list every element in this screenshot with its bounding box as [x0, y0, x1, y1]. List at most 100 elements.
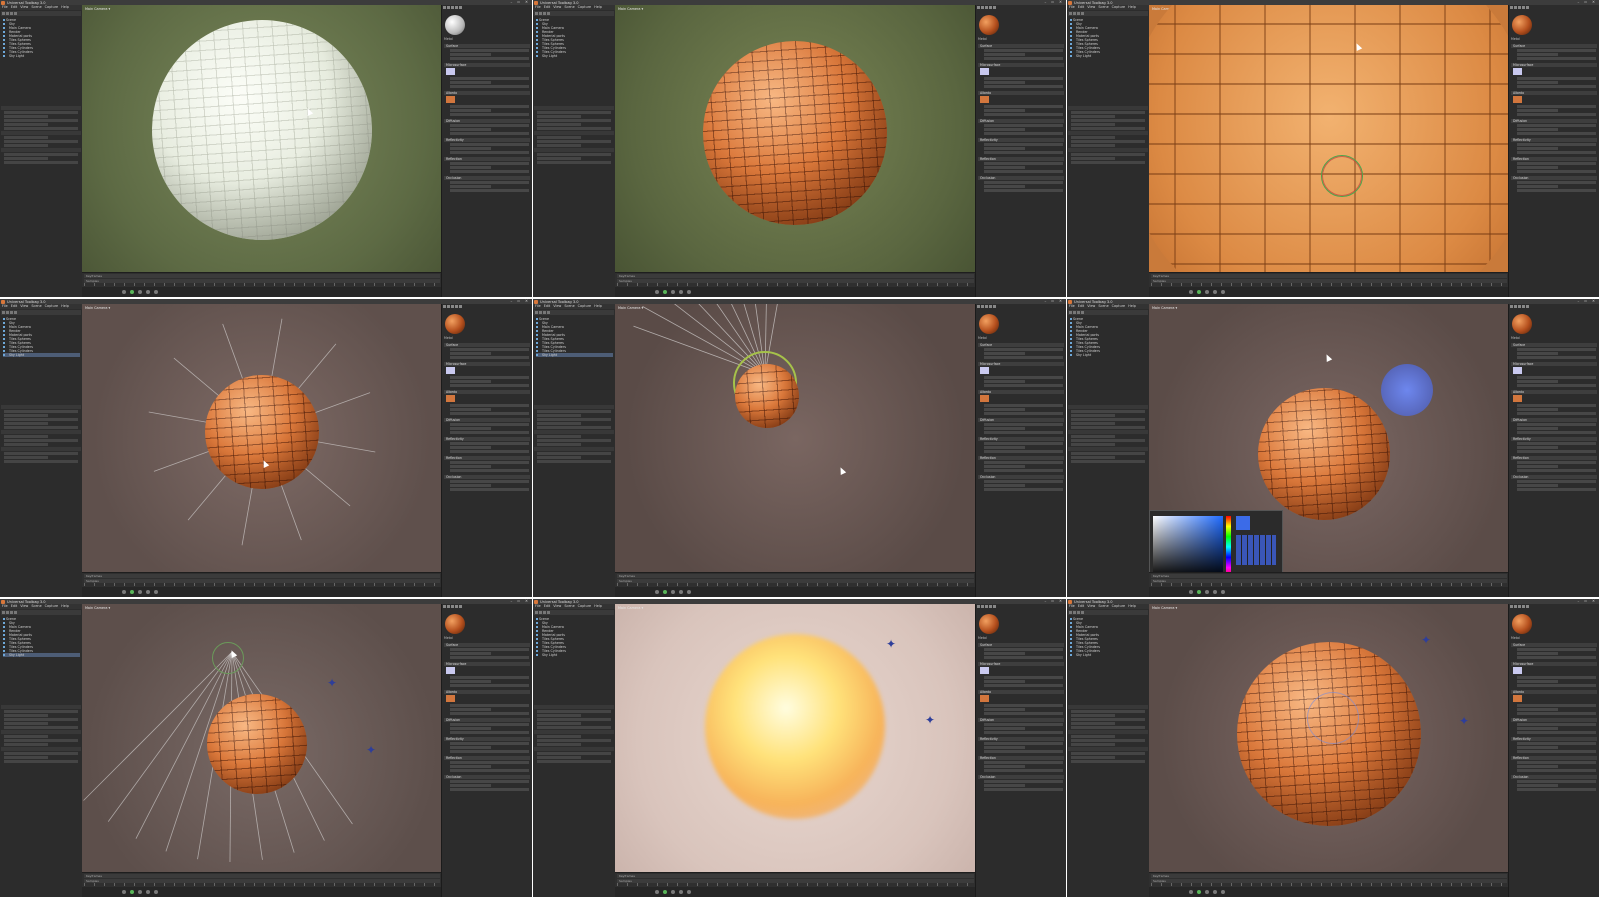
material-property-field[interactable] [1517, 77, 1596, 80]
delete-icon[interactable] [1077, 611, 1080, 614]
albedo-map-swatch[interactable] [446, 395, 455, 402]
material-sphere[interactable] [205, 375, 319, 489]
property-field[interactable] [537, 127, 611, 130]
property-field[interactable] [4, 760, 78, 763]
material-property-field[interactable] [450, 423, 529, 426]
material-property-field[interactable] [984, 128, 1026, 131]
hue-slider[interactable] [1226, 516, 1231, 573]
property-field[interactable] [537, 426, 611, 429]
material-preview-sphere[interactable] [1512, 15, 1532, 35]
property-field[interactable] [537, 443, 581, 446]
settings-icon[interactable] [687, 890, 691, 894]
albedo-map-swatch[interactable] [1513, 395, 1522, 402]
delete-material-icon[interactable] [989, 605, 992, 608]
copy-material-icon[interactable] [981, 6, 984, 9]
new-material-icon[interactable] [977, 305, 980, 308]
property-field[interactable] [537, 115, 581, 118]
material-property-field[interactable] [450, 128, 492, 131]
material-property-field[interactable] [1517, 788, 1596, 791]
material-property-field[interactable] [1517, 170, 1596, 173]
material-section-header[interactable]: Albedo [444, 390, 530, 394]
material-property-field[interactable] [984, 676, 1063, 679]
duplicate-icon[interactable] [539, 311, 542, 314]
material-property-field[interactable] [1517, 166, 1559, 169]
material-property-field[interactable] [450, 656, 529, 659]
window-controls-icon[interactable]: – ▫ ✕ [1044, 299, 1064, 303]
property-field[interactable] [4, 460, 78, 463]
copy-material-icon[interactable] [981, 605, 984, 608]
material-property-field[interactable] [984, 442, 1063, 445]
property-field[interactable] [1071, 157, 1115, 160]
material-property-field[interactable] [450, 727, 492, 730]
material-property-field[interactable] [450, 761, 529, 764]
albedo-map-swatch[interactable] [446, 695, 455, 702]
material-property-field[interactable] [1517, 380, 1559, 383]
material-property-field[interactable] [450, 652, 492, 655]
add-object-icon[interactable] [535, 311, 538, 314]
property-field[interactable] [537, 157, 581, 160]
timeline-ruler[interactable] [1151, 283, 1507, 286]
material-section-header[interactable]: Surface [1511, 44, 1597, 48]
filter-icon[interactable] [547, 611, 550, 614]
material-property-field[interactable] [450, 648, 529, 651]
material-property-field[interactable] [450, 450, 529, 453]
material-property-field[interactable] [450, 352, 492, 355]
material-property-field[interactable] [984, 727, 1026, 730]
material-preview-sphere[interactable] [979, 614, 999, 634]
property-field[interactable] [4, 752, 78, 755]
property-field[interactable] [4, 426, 78, 429]
property-field[interactable] [1071, 153, 1145, 156]
material-property-field[interactable] [450, 704, 529, 707]
material-property-field[interactable] [984, 412, 1063, 415]
record-icon[interactable] [122, 290, 126, 294]
property-field[interactable] [4, 414, 48, 417]
material-property-field[interactable] [984, 780, 1063, 783]
material-section-header[interactable]: Diffusion [1511, 418, 1597, 422]
material-section-header[interactable]: Albedo [1511, 690, 1597, 694]
paste-material-icon[interactable] [1518, 605, 1521, 608]
delete-material-icon[interactable] [989, 305, 992, 308]
material-section-header[interactable]: Microsurface [444, 362, 530, 366]
property-field[interactable] [1071, 743, 1115, 746]
loop-icon[interactable] [679, 890, 683, 894]
material-property-field[interactable] [984, 484, 1026, 487]
property-field[interactable] [4, 119, 78, 122]
material-property-field[interactable] [450, 189, 529, 192]
play-icon[interactable] [1197, 890, 1201, 894]
material-property-field[interactable] [1517, 85, 1596, 88]
material-section-header[interactable]: Occlusion [444, 475, 530, 479]
material-property-field[interactable] [450, 85, 529, 88]
property-field[interactable] [4, 743, 48, 746]
material-property-field[interactable] [450, 788, 529, 791]
material-section-header[interactable]: Albedo [444, 91, 530, 95]
material-property-field[interactable] [450, 143, 529, 146]
duplicate-icon[interactable] [6, 611, 9, 614]
timeline[interactable]: Keyframes Samples [82, 272, 442, 287]
property-field[interactable] [537, 119, 611, 122]
property-field[interactable] [1071, 726, 1145, 729]
property-field[interactable] [1071, 418, 1145, 421]
add-object-icon[interactable] [2, 12, 5, 15]
picker-icon[interactable] [993, 6, 996, 9]
material-property-field[interactable] [984, 769, 1063, 772]
material-property-field[interactable] [450, 750, 529, 753]
scene-tree-item[interactable]: Sky Light [536, 54, 613, 58]
material-property-field[interactable] [450, 712, 529, 715]
viewport-camera-label[interactable]: Main Camera ▾ [618, 7, 643, 11]
property-field[interactable] [4, 443, 48, 446]
material-property-field[interactable] [984, 170, 1063, 173]
property-field[interactable] [537, 136, 581, 139]
material-property-field[interactable] [984, 53, 1026, 56]
material-property-field[interactable] [984, 109, 1026, 112]
transform-gizmo[interactable] [1321, 155, 1363, 197]
settings-icon[interactable] [154, 890, 158, 894]
timeline[interactable]: Keyframes Samples [1149, 572, 1509, 587]
material-property-field[interactable] [984, 723, 1063, 726]
record-icon[interactable] [655, 890, 659, 894]
material-section-header[interactable]: Occlusion [444, 775, 530, 779]
material-property-field[interactable] [984, 147, 1026, 150]
record-icon[interactable] [655, 290, 659, 294]
property-field[interactable] [4, 157, 48, 160]
viewport-camera-label[interactable]: Main Camera ▾ [1152, 606, 1177, 610]
material-property-field[interactable] [984, 684, 1063, 687]
